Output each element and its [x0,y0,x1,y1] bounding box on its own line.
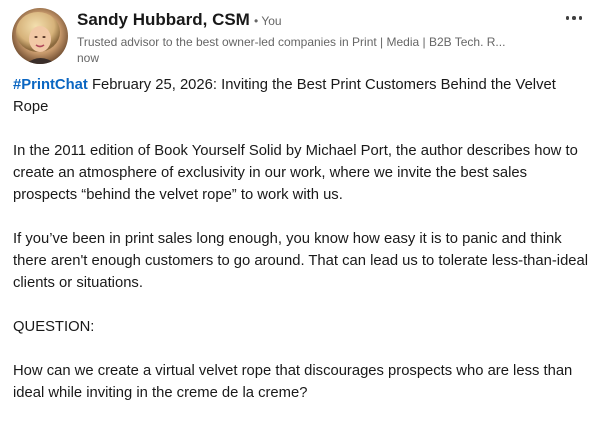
hashtag-link[interactable]: #PrintChat [13,77,88,93]
post-paragraph: How can we create a virtual velvet rope … [13,363,573,401]
post-timestamp: now [77,51,100,65]
post-paragraph: If you’ve been in print sales long enoug… [13,231,589,291]
author-avatar[interactable] [12,8,68,64]
post-paragraph: QUESTION: [13,319,95,335]
author-name[interactable]: Sandy Hubbard, CSM [77,9,250,31]
post-title-paragraph: #PrintChat February 25, 2026: Inviting t… [13,74,591,118]
post-title-text: February 25, 2026: Inviting the Best Pri… [13,77,556,115]
post-header: Sandy Hubbard, CSM • You Trusted advisor… [0,0,600,72]
post-paragraph: In the 2011 edition of Book Yourself Sol… [13,143,578,203]
author-headline: Trusted advisor to the best owner-led co… [77,35,506,49]
more-options-icon[interactable] [562,10,586,26]
avatar-photo [12,8,68,64]
feed-post: Sandy Hubbard, CSM • You Trusted advisor… [0,0,600,407]
connection-degree: • You [254,14,282,28]
post-body: #PrintChat February 25, 2026: Inviting t… [13,74,591,426]
